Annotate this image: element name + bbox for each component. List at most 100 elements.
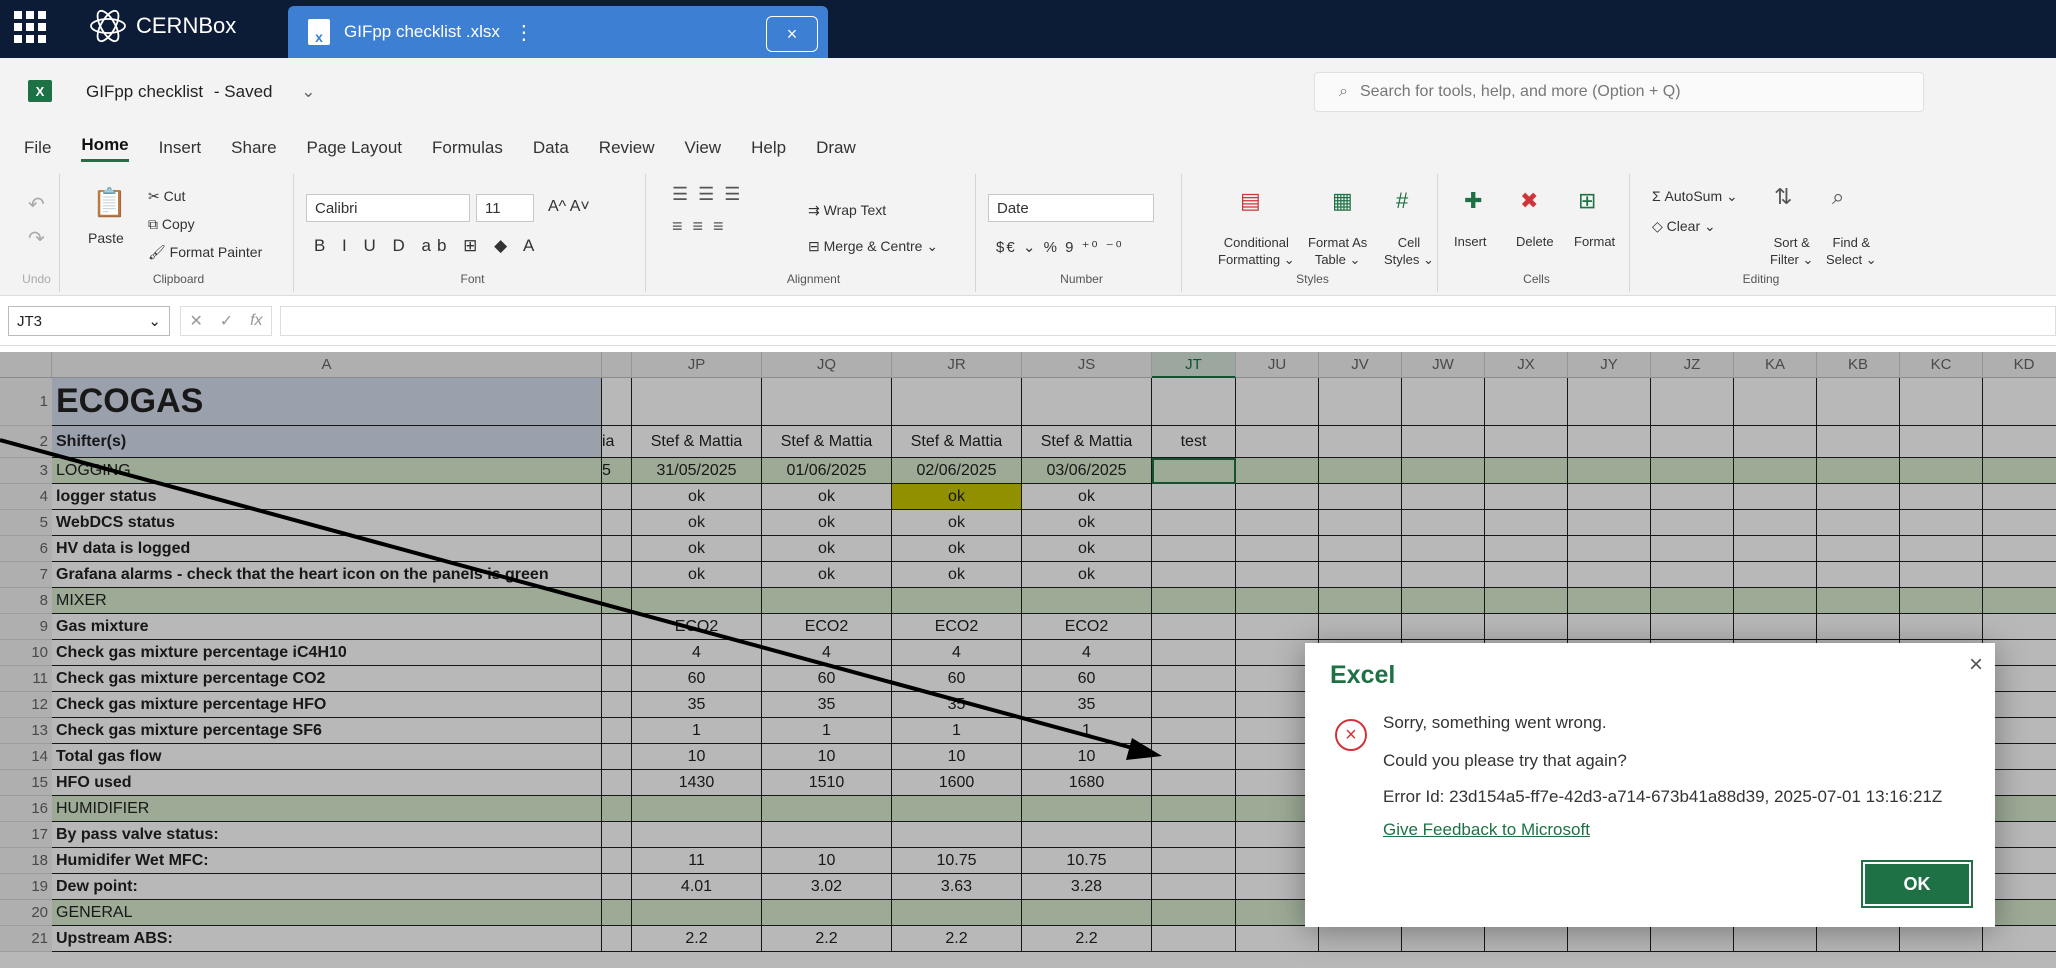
redo-icon[interactable]: ↷ [28,226,45,251]
wrap-text-label: Wrap Text [823,202,887,218]
clear-button[interactable]: ◇ Clear ⌄ [1652,218,1716,235]
undo-icon[interactable]: ↶ [28,192,45,217]
find-label: Find & [1832,235,1871,250]
cernbox-logo[interactable]: CERNBox [88,6,236,46]
dialog-close-button[interactable]: × [1969,651,1983,679]
menu-tab-share[interactable]: Share [231,138,276,158]
menu-tab-review[interactable]: Review [599,138,655,158]
dialog-title: Excel [1330,661,1396,689]
menu-tab-view[interactable]: View [685,138,722,158]
excel-icon: X [28,80,52,102]
search-placeholder: Search for tools, help, and more (Option… [1359,83,1681,100]
merge-centre-button[interactable]: ⊟ Merge & Centre ⌄ [808,238,938,255]
ribbon-tabs: File Home Insert Share Page Layout Formulas Da… [0,128,2056,168]
copy-label: Copy [161,216,195,232]
name-box[interactable]: JT3 ⌄ [8,306,170,336]
confirm-icon[interactable]: ✓ [220,311,233,331]
insert-function-icon[interactable]: fx [250,312,262,330]
cell-label: Cell [1397,235,1421,250]
menu-tab-formulas[interactable]: Formulas [432,138,503,158]
table-label: Table [1314,252,1346,267]
conditional-label: Conditional [1223,235,1289,250]
sort-filter-button[interactable]: Sort & Filter ⌄ [1770,234,1813,268]
formula-buttons: ✕ ✓ fx [180,306,272,336]
wrap-text-button[interactable]: ⇉ Wrap Text [808,202,886,219]
cell-styles-button[interactable]: Cell Styles ⌄ [1384,234,1434,268]
font-style-buttons[interactable]: B I U D ab ⊞ ◆ A [314,236,540,256]
format-painter-label: Format Painter [169,244,263,260]
search-input[interactable]: ⌕ Search for tools, help, and more (Opti… [1314,72,1924,112]
font-group-label: Font [460,272,485,286]
format-cells-button[interactable]: Format [1574,234,1615,249]
format-as-table-button[interactable]: Format As Table ⌄ [1308,234,1367,268]
select-label: Select [1826,252,1863,267]
sort-label: Sort & [1773,235,1810,250]
font-name-value: Calibri [315,199,358,217]
close-icon: × [1968,651,1983,678]
cancel-icon[interactable]: ✕ [189,311,202,331]
paste-button[interactable]: Paste [88,230,124,246]
format-as-table-icon: ▦ [1332,188,1353,213]
cut-label: Cut [163,188,186,204]
file-tab-title: GIFpp checklist .xlsx [344,22,500,41]
find-select-button[interactable]: Find & Select ⌄ [1826,234,1877,268]
menu-tab-draw[interactable]: Draw [816,138,856,158]
error-icon: × [1335,719,1367,751]
alignment-group-label: Alignment [786,272,841,286]
search-icon: ⌕ [1339,83,1348,100]
delete-cells-button[interactable]: Delete [1516,234,1554,249]
halign-icons[interactable]: ≡≡≡ [672,216,734,237]
number-format-value: Date [997,199,1029,217]
copy-button[interactable]: ⧉ Copy [148,216,195,233]
paste-icon[interactable]: 📋 [92,186,127,219]
autosum-label: AutoSum [1664,188,1723,204]
insert-cells-button[interactable]: Insert [1454,234,1487,249]
editing-group-label: Editing [1742,272,1780,286]
cells-group: ✚ ✖ ⊞ Insert Delete Format Cells [1444,174,1630,292]
grow-font-icon[interactable]: A^ A˅ [548,198,590,216]
format-painter-button[interactable]: 🖌 Format Painter [148,244,262,261]
close-icon: × [786,23,798,44]
conditional-formatting-icon: ▤ [1240,188,1261,213]
filter-label: Filter [1770,252,1799,267]
formula-input[interactable] [280,306,2056,336]
format-cells-icon: ⊞ [1578,188,1597,213]
file-tab[interactable]: x GIFpp checklist .xlsx ⋮ [288,6,828,58]
more-options-icon[interactable]: ⋮ [514,20,534,45]
doc-save-status: - Saved [213,82,273,101]
close-tab-button[interactable]: × [766,16,818,52]
find-icon: ⌕ [1832,184,1845,209]
error-message: Sorry, something went wrong. [1383,713,1607,732]
menu-tab-page-layout[interactable]: Page Layout [307,138,402,158]
error-dialog: Excel × × Sorry, something went wrong. C… [1305,643,1995,927]
percent-label: % [1043,239,1059,256]
formatting-label: Formatting [1218,252,1281,267]
document-name[interactable]: GIFpp checklist - Saved ⌄ [86,82,315,102]
feedback-link[interactable]: Give Feedback to Microsoft [1383,820,1590,840]
align-icons[interactable]: ☰☰☰ [672,184,750,205]
menu-tab-home[interactable]: Home [81,135,129,162]
menu-tab-data[interactable]: Data [533,138,569,158]
autosum-button[interactable]: Σ AutoSum ⌄ [1652,188,1738,205]
alignment-group: ☰☰☰ ≡≡≡ ⇉ Wrap Text ⊟ Merge & Centre ⌄ A… [652,174,976,292]
name-box-value: JT3 [17,312,43,330]
font-size-select[interactable]: 11 [476,194,534,222]
clear-label: Clear [1666,218,1701,234]
menu-tab-insert[interactable]: Insert [159,138,202,158]
chevron-down-icon: ⌄ [301,82,316,101]
cut-button[interactable]: ✂ Cut [148,188,185,205]
app-launcher-icon[interactable] [14,11,46,43]
cells-group-label: Cells [1523,272,1550,286]
number-group-label: Number [1060,272,1103,286]
number-format-select[interactable]: Date [988,194,1154,222]
font-name-select[interactable]: Calibri [306,194,470,222]
menu-tab-help[interactable]: Help [751,138,786,158]
ok-button[interactable]: OK [1861,860,1973,908]
number-group: Date $€ ⌄ % 9 ⁺⁰ ⁻⁰ Number [982,174,1182,292]
number-format-buttons[interactable]: $€ ⌄ % 9 ⁺⁰ ⁻⁰ [996,238,1124,256]
menu-tab-file[interactable]: File [24,138,51,158]
font-size-value: 11 [485,199,501,217]
cell-styles-icon: # [1396,188,1409,213]
error-id: Error Id: 23d154a5-ff7e-42d3-a714-673b41… [1383,787,1943,806]
conditional-formatting-button[interactable]: Conditional Formatting ⌄ [1218,234,1295,268]
